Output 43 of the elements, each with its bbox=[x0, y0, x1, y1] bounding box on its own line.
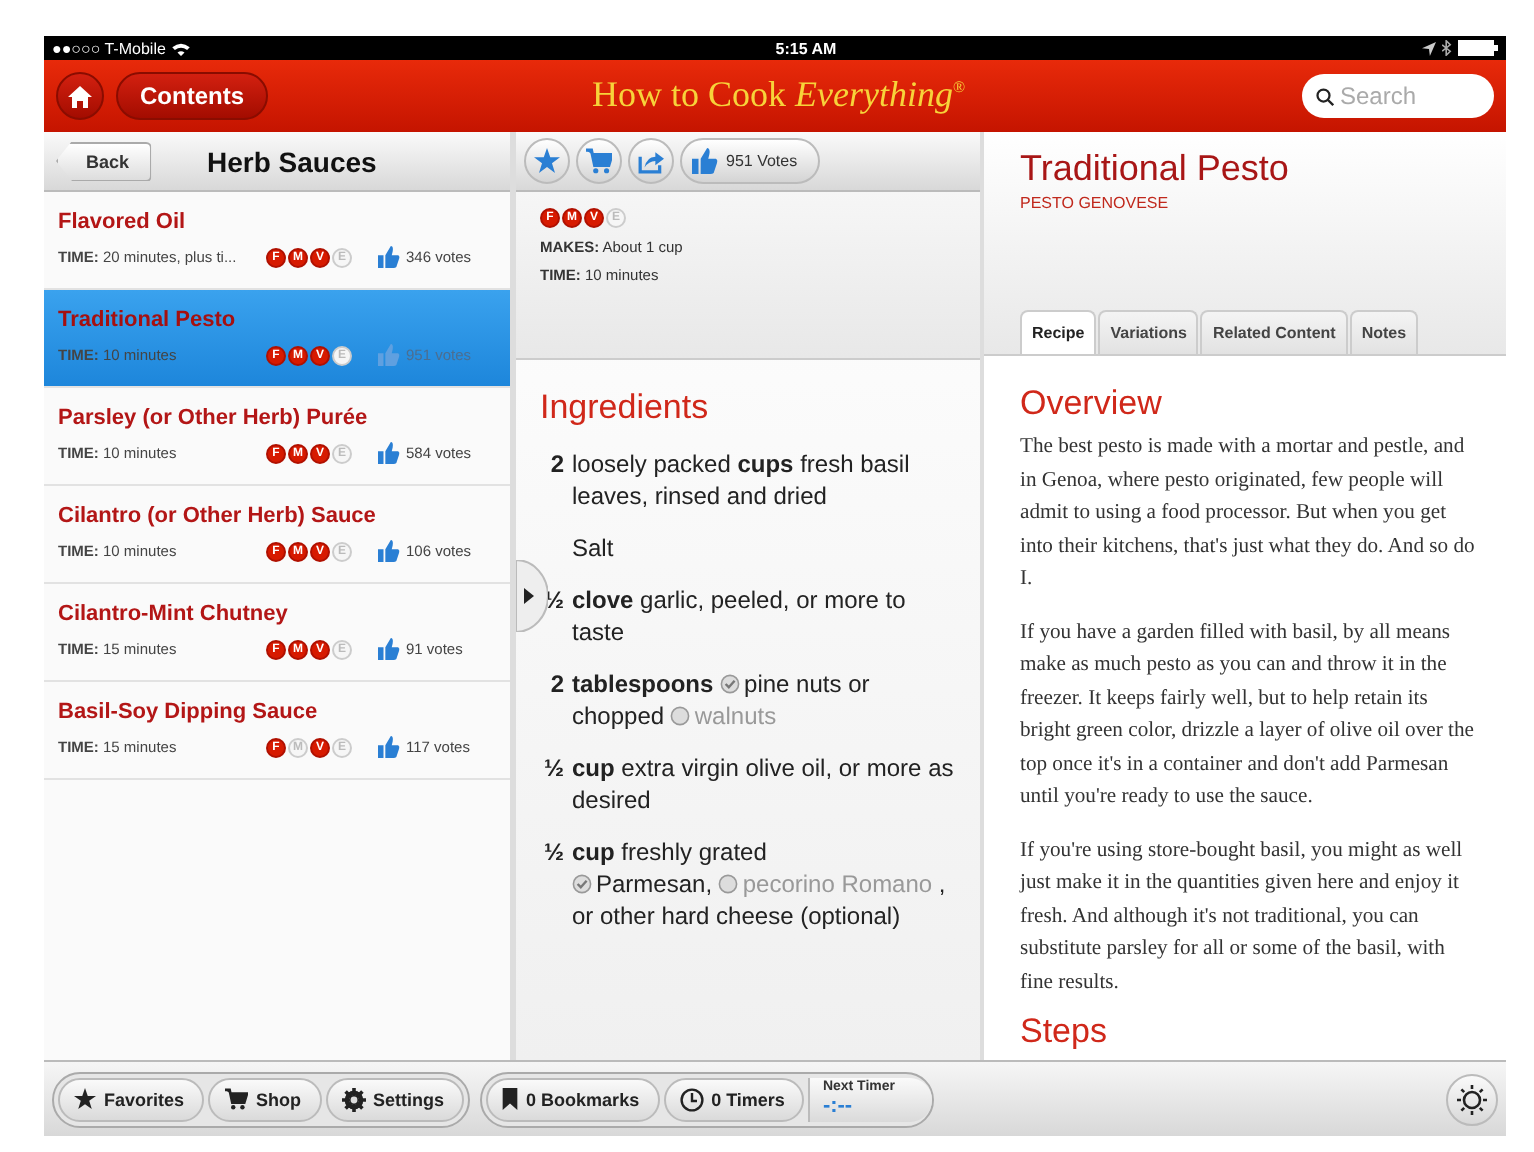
back-button[interactable]: Back bbox=[56, 141, 152, 181]
ingredients-heading: Ingredients bbox=[540, 388, 711, 428]
shop-button[interactable]: Shop bbox=[208, 1077, 322, 1121]
recipe-subtitle: PESTO GENOVESE bbox=[1020, 194, 1171, 212]
ingredient-text: clove garlic, peeled, or more to taste bbox=[572, 584, 908, 648]
search-input[interactable]: Search bbox=[1340, 82, 1480, 110]
overview-paragraph: If you have a garden filled with basil, by all means make as much pesto as you can and throw it in the freezer. It keeps fairly well, but to help retain its bright green color, drizzle a layer of olive oil over the top once it's in a container and don't add Parmesan until you're ready to use the sauce. bbox=[1020, 619, 1476, 812]
ingredient-text: tablespoons pine nuts or chopped walnuts bbox=[572, 668, 872, 732]
settings-button[interactable]: Settings bbox=[325, 1077, 465, 1121]
recipe-title: Cilantro-Mint Chutney bbox=[58, 602, 290, 626]
steps-heading: Steps bbox=[1020, 1012, 1109, 1052]
clock-text: 5:15 AM bbox=[775, 39, 837, 57]
ingredient-text: cup freshly grated Parmesan, pecorino Romano , or other hard cheese (optional) bbox=[572, 836, 948, 932]
ingredient-quantity: ½ bbox=[541, 836, 564, 870]
timers-button[interactable]: 0 Timers bbox=[663, 1077, 805, 1121]
carrier-text: ●●○○○ T-Mobile bbox=[52, 39, 166, 57]
bookmarks-button[interactable]: 0 Bookmarks bbox=[486, 1077, 660, 1121]
recipe-title: Cilantro (or Other Herb) Sauce bbox=[58, 504, 378, 528]
recipe-title: Flavored Oil bbox=[58, 210, 188, 234]
ingredient-quantity: 2 bbox=[548, 668, 564, 702]
tab[interactable]: Notes bbox=[1349, 310, 1419, 354]
favorites-button[interactable]: Favorites bbox=[58, 1077, 205, 1121]
ingredient-quantity: 2 bbox=[548, 448, 564, 482]
votes-button[interactable]: 951 Votes bbox=[680, 138, 820, 184]
tab[interactable]: Related Content bbox=[1200, 310, 1348, 354]
ingredient-quantity: ½ bbox=[541, 752, 564, 786]
recipe-title: Traditional Pesto bbox=[1020, 148, 1291, 190]
tab[interactable]: Recipe bbox=[1020, 310, 1097, 354]
overview-heading: Overview bbox=[1020, 384, 1164, 424]
recipe-title: Basil-Soy Dipping Sauce bbox=[58, 700, 320, 724]
overview-paragraph: If you're using store-bought basil, you might as well just make it in the quantities given here and enjoy it fresh. And although it's not traditional, you can substitute parsley for all or some of the basil, with fine results. bbox=[1020, 837, 1465, 997]
tab[interactable]: Variations bbox=[1098, 310, 1199, 354]
overview-paragraph: The best pesto is made with a mortar and pestle, and in Genoa, where pesto originated, few people will admit to using a food processor. But when you get into their kitchens, that's just what they do. And so do I. bbox=[1020, 434, 1477, 594]
recipe-title: Parsley (or Other Herb) Purée bbox=[58, 406, 370, 430]
recipe-title: Traditional Pesto bbox=[58, 308, 238, 332]
ingredient-text: cup extra virgin olive oil, or more as desired bbox=[572, 752, 956, 816]
next-timer-value: -:-- bbox=[822, 1094, 855, 1118]
app-logo: How to Cook Everything$^{®}$ bbox=[592, 74, 966, 116]
contents-button[interactable]: Contents bbox=[116, 72, 268, 120]
ingredient-text: Salt bbox=[572, 532, 616, 564]
ingredient-text: loosely packed cups fresh basil leaves, rinsed and dried bbox=[572, 448, 912, 512]
search-field[interactable]: Search bbox=[1302, 74, 1494, 118]
list-title: Herb Sauces bbox=[207, 145, 377, 177]
